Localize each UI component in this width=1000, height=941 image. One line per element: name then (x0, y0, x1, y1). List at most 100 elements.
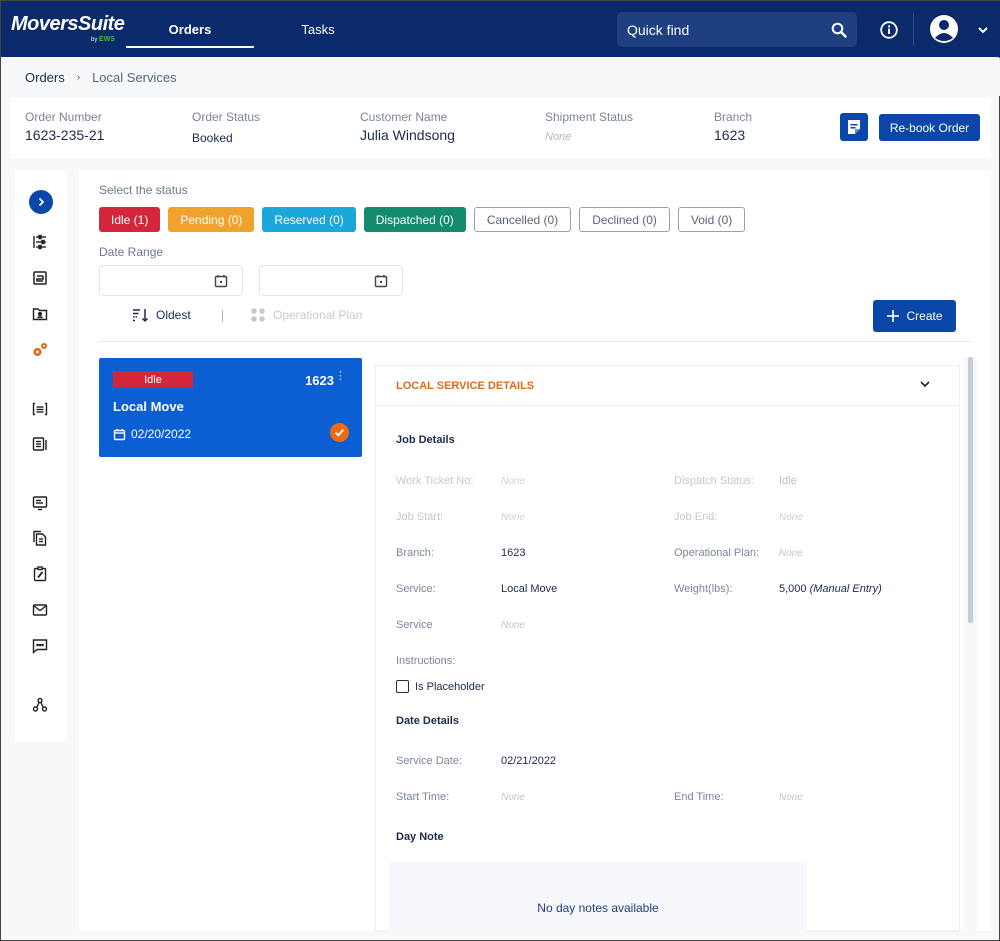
status-chip-declined[interactable]: Declined (0) (579, 207, 670, 232)
copy-document-icon[interactable] (28, 526, 52, 550)
weight-note: (Manual Entry) (809, 583, 882, 595)
service-value: Local Move (501, 583, 558, 595)
shipment-status-label: Shipment Status (545, 110, 634, 124)
user-avatar-icon[interactable] (929, 14, 959, 44)
breadcrumb-orders[interactable]: Orders (25, 70, 65, 85)
status-chip-void[interactable]: Void (0) (677, 207, 746, 232)
moverssuite-logo[interactable]: MoversSuite by EWS (11, 13, 125, 43)
chevron-down-icon[interactable] (919, 379, 931, 391)
nav-divider (913, 13, 914, 45)
start-time-value: None (501, 792, 525, 803)
clipboard-edit-icon[interactable] (28, 562, 52, 586)
service-label: Service: (396, 583, 436, 595)
list-settings-icon[interactable] (28, 230, 52, 254)
date-range-label: Date Range (99, 245, 164, 259)
shipment-status-field: Shipment Status None (545, 110, 633, 143)
weight-value-group: 5,000 (Manual Entry) (779, 583, 882, 595)
mail-icon[interactable] (28, 598, 52, 622)
shipment-status-value: None (545, 131, 572, 143)
info-icon[interactable] (879, 20, 899, 40)
customer-name-field: Customer Name Julia Windsong (360, 110, 455, 143)
branch-label: Branch (714, 110, 753, 124)
monitor-icon[interactable] (28, 491, 52, 515)
service-secondary-value: None (501, 620, 525, 631)
checkbox-box[interactable] (396, 680, 409, 693)
job-start-label: Job Start: (396, 511, 444, 523)
create-label: Create (906, 309, 943, 323)
operational-plan-label: Operational Plan (273, 308, 363, 322)
more-options-icon[interactable]: ⋮ (335, 371, 346, 382)
job-start-value: None (501, 512, 525, 523)
job-date: 02/20/2022 (113, 427, 191, 441)
status-chip-reserved[interactable]: Reserved (0) (262, 207, 356, 232)
branch-label: Branch: (396, 547, 434, 559)
order-number-value: 1623-235-21 (25, 127, 105, 143)
order-status-field: Order Status Booked (192, 110, 260, 145)
top-navigation-bar: MoversSuite by EWS Orders Tasks (1, 1, 1000, 57)
status-chip-dispatched[interactable]: Dispatched (0) (363, 207, 466, 232)
grid-icon (251, 308, 265, 322)
gears-icon[interactable] (28, 338, 52, 362)
order-summary-header: Order Number 1623-235-21 Order Status Bo… (11, 98, 991, 158)
dispatch-status-value: Idle (779, 475, 797, 487)
status-chip-pending[interactable]: Pending (0) (168, 207, 255, 232)
is-placeholder-checkbox[interactable]: Is Placeholder (396, 680, 485, 693)
chat-icon[interactable] (28, 634, 52, 658)
local-service-details-header[interactable]: LOCAL SERVICE DETAILS (376, 366, 959, 406)
chevron-down-icon[interactable] (976, 23, 990, 37)
nav-tab-tasks[interactable]: Tasks (283, 1, 353, 57)
job-details-title: Job Details (396, 434, 455, 446)
status-chip-cancelled[interactable]: Cancelled (0) (473, 207, 572, 232)
order-status-label: Order Status (192, 110, 261, 124)
order-number-field: Order Number 1623-235-21 (25, 110, 104, 143)
service-date-value: 02/21/2022 (501, 755, 557, 767)
document-icon[interactable] (28, 266, 52, 290)
weight-label: Weight(lbs): (674, 583, 733, 595)
create-button[interactable]: Create (873, 300, 956, 332)
date-to-input[interactable] (259, 265, 403, 296)
status-filter-label: Select the status (99, 183, 188, 197)
plus-icon (887, 310, 900, 322)
folder-user-icon[interactable] (28, 302, 52, 326)
breadcrumb: Orders › Local Services (1, 58, 1000, 96)
status-chip-idle[interactable]: Idle (1) (99, 207, 161, 232)
breadcrumb-separator-icon: › (76, 71, 81, 83)
job-card[interactable]: Idle 1623 ⋮ Local Move 02/20/2022 (99, 358, 362, 457)
nav-tab-orders[interactable]: Orders (126, 1, 254, 57)
job-branch: 1623 (305, 373, 334, 388)
dispatch-status-label: Dispatch Status: (674, 475, 755, 487)
calendar-icon[interactable] (374, 274, 388, 293)
weight-value: 5,000 (779, 583, 807, 595)
search-icon[interactable] (831, 22, 847, 38)
sort-oldest-button[interactable]: Oldest (132, 307, 191, 323)
order-number-label: Order Number (25, 110, 102, 124)
rebook-order-button[interactable]: Re-book Order (879, 114, 980, 141)
calendar-icon[interactable] (214, 274, 228, 293)
end-time-label: End Time: (674, 791, 724, 803)
service-secondary-label: Service (396, 619, 433, 631)
newspaper-icon[interactable] (28, 432, 52, 456)
branch-value: 1623 (501, 547, 526, 559)
date-details-title: Date Details (396, 715, 459, 727)
expand-icon[interactable] (29, 190, 53, 214)
date-from-input[interactable] (99, 265, 243, 296)
section-divider (99, 341, 972, 342)
job-end-value: None (779, 512, 803, 523)
details-title: LOCAL SERVICE DETAILS (396, 379, 535, 392)
order-status-value: Booked (192, 131, 233, 145)
operational-plan-label: Operational Plan: (674, 547, 759, 559)
operational-plan-button[interactable]: Operational Plan (250, 307, 362, 323)
bracket-list-icon[interactable] (28, 397, 52, 421)
network-icon[interactable] (28, 693, 52, 717)
sort-icon (133, 309, 149, 323)
order-notes-button[interactable] (840, 113, 868, 141)
job-date-value: 02/20/2022 (131, 427, 192, 441)
work-ticket-label: Work Ticket No: (396, 475, 474, 487)
operational-plan-value: None (779, 548, 803, 559)
quick-find-input[interactable] (627, 21, 831, 38)
is-placeholder-label: Is Placeholder (415, 680, 485, 693)
customer-name-value: Julia Windsong (360, 127, 455, 143)
note-edit-icon (848, 120, 860, 134)
job-title: Local Move (113, 399, 184, 414)
details-scrollbar[interactable] (968, 357, 973, 623)
